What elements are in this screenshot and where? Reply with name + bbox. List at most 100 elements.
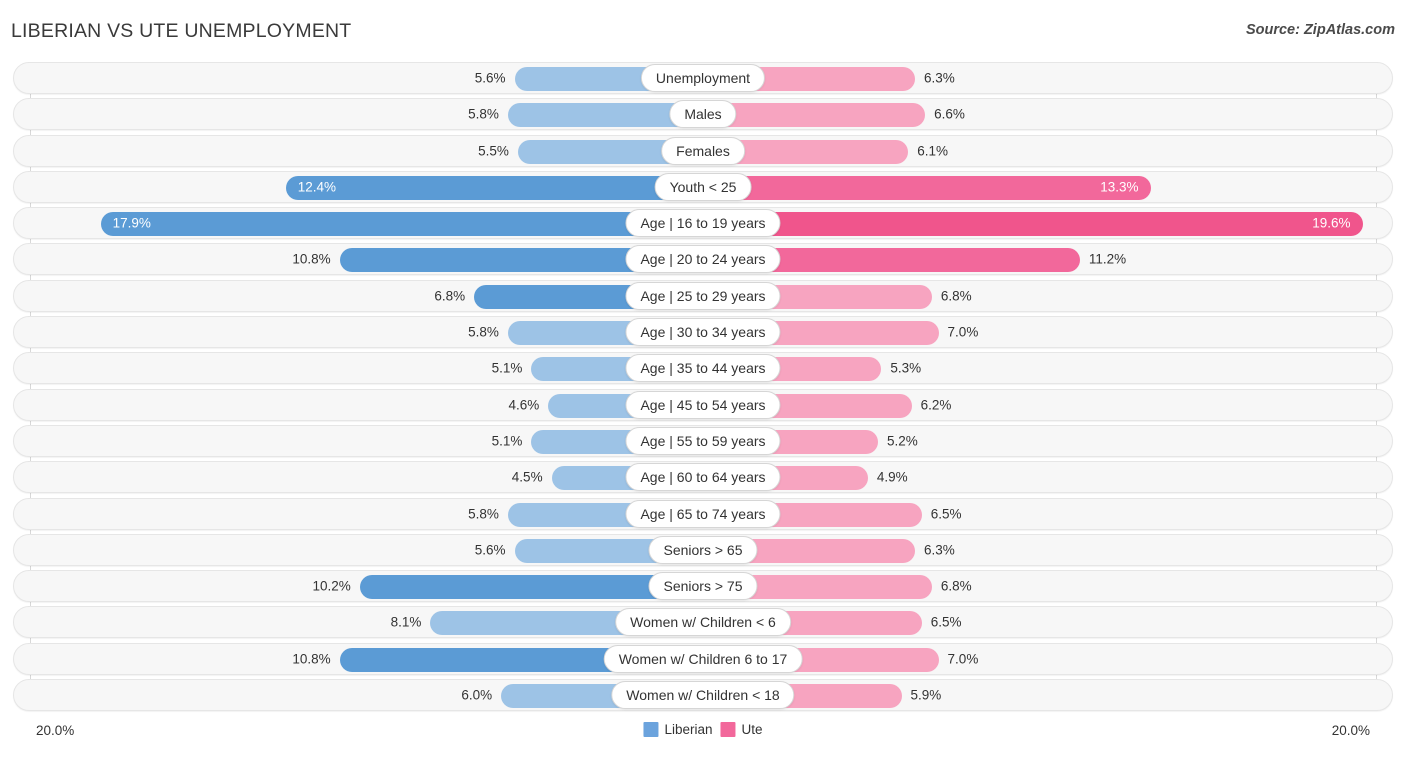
row-category-label: Age | 45 to 54 years bbox=[625, 390, 781, 419]
value-label-liberian: 5.5% bbox=[478, 143, 509, 159]
row-category-label: Age | 60 to 64 years bbox=[625, 463, 781, 492]
row-track: 10.8% 11.2% Age | 20 to 24 years bbox=[14, 244, 1392, 274]
value-label-liberian: 12.4% bbox=[297, 179, 337, 195]
chart-row: 5.8% 6.6% Males bbox=[13, 98, 1393, 131]
row-track: 5.5% 6.1% Females bbox=[14, 136, 1392, 166]
value-label-ute: 6.1% bbox=[917, 143, 949, 159]
value-label-ute: 6.6% bbox=[934, 106, 965, 122]
value-label-ute: 6.5% bbox=[930, 614, 962, 630]
value-label-ute: 5.3% bbox=[890, 360, 922, 376]
chart-row: 5.6% 6.3% Seniors > 65 bbox=[13, 533, 1393, 566]
chart-row: 5.1% 5.3% Age | 35 to 44 years bbox=[13, 352, 1393, 385]
value-label-liberian: 5.8% bbox=[468, 106, 499, 122]
value-label-ute: 11.2% bbox=[1088, 251, 1127, 267]
row-track: 17.9% 19.6% Age | 16 to 19 years bbox=[14, 208, 1392, 238]
value-label-ute: 5.2% bbox=[886, 433, 918, 449]
value-label-liberian: 10.8% bbox=[292, 651, 331, 667]
chart-rows: 5.6% 6.3% Unemployment 5.8% 6.6% Males 5.5% 6.1… bbox=[0, 62, 1406, 715]
row-category-label: Age | 35 to 44 years bbox=[625, 354, 781, 383]
row-track: 5.6% 6.3% Seniors > 65 bbox=[14, 535, 1392, 565]
row-category-label: Women w/ Children < 6 bbox=[615, 608, 791, 637]
row-category-label: Age | 55 to 59 years bbox=[625, 426, 781, 455]
row-track: 5.8% 7.0% Age | 30 to 34 years bbox=[14, 317, 1392, 347]
legend-swatch-icon bbox=[720, 722, 736, 737]
value-label-ute: 6.8% bbox=[940, 288, 972, 304]
row-track: 10.2% 6.8% Seniors > 75 bbox=[14, 571, 1392, 601]
value-label-liberian: 6.0% bbox=[461, 687, 493, 703]
bar-liberian bbox=[100, 212, 703, 237]
value-label-liberian: 4.6% bbox=[508, 397, 540, 413]
value-label-liberian: 5.8% bbox=[468, 506, 499, 522]
value-label-liberian: 5.8% bbox=[468, 324, 499, 340]
chart-page: LIBERIAN VS UTE UNEMPLOYMENT Source: Zip… bbox=[0, 0, 1406, 757]
bar-ute bbox=[703, 175, 1151, 200]
source-attribution: Source: ZipAtlas.com bbox=[1245, 22, 1395, 38]
row-track: 5.1% 5.2% Age | 55 to 59 years bbox=[14, 426, 1392, 456]
row-track: 12.4% 13.3% Youth < 25 bbox=[14, 172, 1392, 202]
chart-row: 6.0% 5.9% Women w/ Children < 18 bbox=[13, 679, 1393, 712]
chart-row: 17.9% 19.6% Age | 16 to 19 years bbox=[13, 207, 1393, 240]
bar-ute bbox=[703, 212, 1363, 237]
chart-plot-area: 5.6% 6.3% Unemployment 5.8% 6.6% Males 5.5% 6.1… bbox=[0, 62, 1406, 716]
row-track: 5.1% 5.3% Age | 35 to 44 years bbox=[14, 353, 1392, 383]
row-track: 4.6% 6.2% Age | 45 to 54 years bbox=[14, 390, 1392, 420]
chart-row: 5.5% 6.1% Females bbox=[13, 134, 1393, 167]
legend-item-ute[interactable]: Ute bbox=[720, 722, 763, 737]
chart-row: 12.4% 13.3% Youth < 25 bbox=[13, 170, 1393, 203]
chart-row: 10.2% 6.8% Seniors > 75 bbox=[13, 570, 1393, 603]
chart-row: 8.1% 6.5% Women w/ Children < 6 bbox=[13, 606, 1393, 639]
row-track: 4.5% 4.9% Age | 60 to 64 years bbox=[14, 462, 1392, 492]
value-label-liberian: 4.5% bbox=[511, 469, 543, 485]
value-label-ute: 7.0% bbox=[947, 651, 979, 667]
legend-item-liberian[interactable]: Liberian bbox=[643, 722, 713, 737]
value-label-liberian: 5.1% bbox=[491, 433, 523, 449]
value-label-ute: 6.3% bbox=[923, 70, 955, 86]
chart-row: 4.5% 4.9% Age | 60 to 64 years bbox=[13, 461, 1393, 494]
chart-row: 5.8% 6.5% Age | 65 to 74 years bbox=[13, 497, 1393, 530]
row-track: 6.8% 6.8% Age | 25 to 29 years bbox=[14, 281, 1392, 311]
row-category-label: Males bbox=[669, 100, 737, 129]
value-label-ute: 4.9% bbox=[876, 469, 908, 485]
row-category-label: Age | 65 to 74 years bbox=[625, 499, 781, 528]
row-category-label: Age | 25 to 29 years bbox=[625, 281, 781, 310]
value-label-ute: 5.9% bbox=[910, 687, 942, 703]
row-category-label: Age | 30 to 34 years bbox=[625, 318, 781, 347]
chart-row: 5.1% 5.2% Age | 55 to 59 years bbox=[13, 424, 1393, 457]
page-title: LIBERIAN VS UTE UNEMPLOYMENT bbox=[11, 20, 352, 42]
value-label-liberian: 10.2% bbox=[312, 578, 351, 594]
legend-swatch-icon bbox=[643, 722, 659, 737]
chart-row: 4.6% 6.2% Age | 45 to 54 years bbox=[13, 388, 1393, 421]
value-label-ute: 6.3% bbox=[923, 542, 955, 558]
value-label-liberian: 10.8% bbox=[292, 251, 331, 267]
legend-label: Ute bbox=[741, 722, 763, 737]
chart-header: LIBERIAN VS UTE UNEMPLOYMENT Source: Zip… bbox=[0, 0, 1406, 56]
chart-legend: Liberian Ute bbox=[643, 722, 763, 737]
row-track: 5.8% 6.6% Males bbox=[14, 99, 1392, 129]
chart-row: 5.6% 6.3% Unemployment bbox=[13, 62, 1393, 94]
legend-label: Liberian bbox=[664, 722, 713, 737]
value-label-liberian: 8.1% bbox=[390, 614, 422, 630]
chart-row: 6.8% 6.8% Age | 25 to 29 years bbox=[13, 279, 1393, 312]
axis-tick-left: 20.0% bbox=[36, 723, 75, 738]
row-category-label: Females bbox=[661, 136, 745, 165]
chart-row: 10.8% 7.0% Women w/ Children 6 to 17 bbox=[13, 642, 1393, 675]
row-track: 5.8% 6.5% Age | 65 to 74 years bbox=[14, 499, 1392, 529]
row-category-label: Seniors > 75 bbox=[648, 572, 758, 601]
bar-liberian bbox=[285, 175, 703, 200]
value-label-liberian: 5.6% bbox=[474, 542, 506, 558]
row-category-label: Women w/ Children 6 to 17 bbox=[603, 644, 803, 673]
bar-ute bbox=[703, 103, 926, 128]
row-track: 10.8% 7.0% Women w/ Children 6 to 17 bbox=[14, 644, 1392, 674]
row-category-label: Age | 16 to 19 years bbox=[625, 209, 781, 238]
value-label-ute: 6.8% bbox=[940, 578, 972, 594]
chart-row: 10.8% 11.2% Age | 20 to 24 years bbox=[13, 243, 1393, 276]
value-label-liberian: 5.6% bbox=[474, 70, 506, 86]
row-category-label: Seniors > 65 bbox=[648, 535, 758, 564]
row-category-label: Women w/ Children < 18 bbox=[611, 681, 795, 710]
row-track: 8.1% 6.5% Women w/ Children < 6 bbox=[14, 607, 1392, 637]
axis-tick-right: 20.0% bbox=[1331, 723, 1370, 738]
value-label-liberian: 5.1% bbox=[491, 360, 523, 376]
value-label-ute: 6.2% bbox=[920, 397, 952, 413]
value-label-ute: 6.5% bbox=[930, 506, 962, 522]
chart-row: 5.8% 7.0% Age | 30 to 34 years bbox=[13, 316, 1393, 349]
